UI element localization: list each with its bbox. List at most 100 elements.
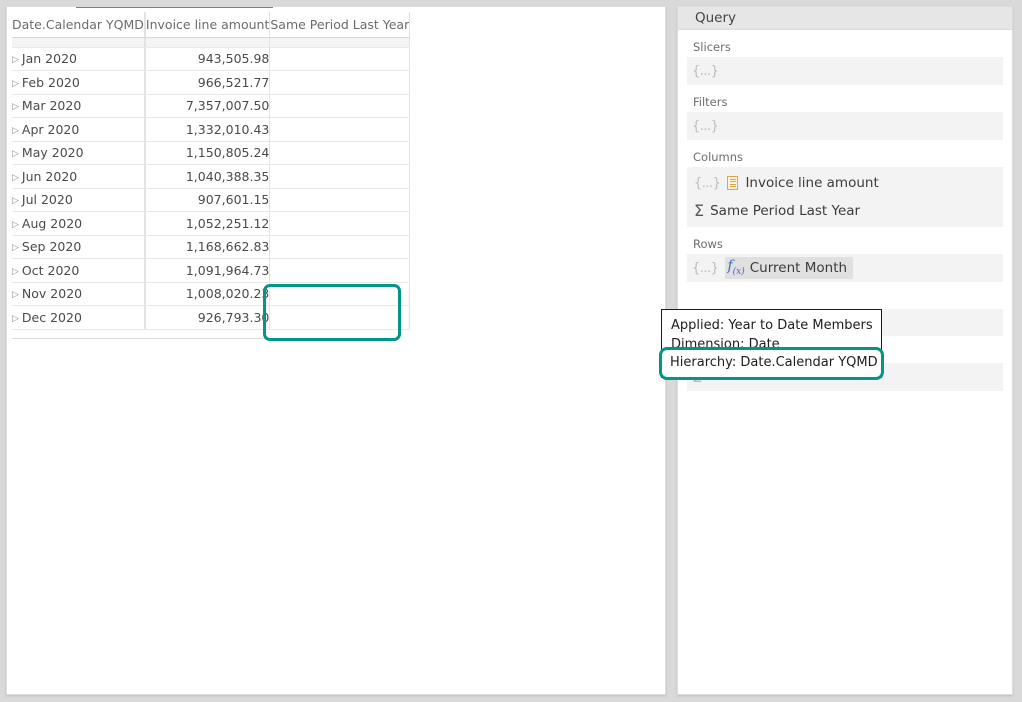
row-dimension-label: Oct 2020 — [22, 263, 79, 278]
slicers-label: Slicers — [687, 40, 1003, 54]
active-tab-indicator — [76, 6, 273, 8]
table-row[interactable]: ▷Apr 2020 1,332,010.43 — [12, 118, 410, 142]
row-same-period-last-year-cell[interactable] — [270, 235, 410, 259]
columns-item-invoice-line-amount[interactable]: {...} Invoice line amount — [687, 169, 1003, 197]
row-same-period-last-year-cell[interactable] — [270, 71, 410, 95]
tooltip-line-hierarchy: Hierarchy: Date.Calendar YQMD — [670, 353, 878, 372]
row-same-period-last-year-cell[interactable] — [270, 282, 410, 306]
row-same-period-last-year-cell[interactable] — [270, 212, 410, 236]
slicers-dropzone[interactable]: {...} — [687, 57, 1003, 85]
rows-item-label: Current Month — [750, 260, 847, 276]
expand-triangle-icon[interactable]: ▷ — [12, 314, 19, 324]
columns-dropzone[interactable]: {...} Invoice line amount Σ Same Period … — [687, 167, 1003, 227]
row-same-period-last-year-cell[interactable] — [270, 306, 410, 330]
table-row[interactable]: ▷Jul 2020 907,601.15 — [12, 188, 410, 212]
sheet-icon — [727, 176, 738, 190]
tooltip-line-applied: Applied: Year to Date Members — [671, 316, 872, 335]
spacer-cell-sply — [270, 37, 410, 47]
table-row[interactable]: ▷Sep 2020 1,168,662.83 — [12, 235, 410, 259]
row-dimension-label: Jan 2020 — [22, 51, 77, 66]
filters-empty-row[interactable]: {...} — [687, 112, 1003, 140]
table-row[interactable]: ▷Oct 2020 1,091,964.73 — [12, 259, 410, 283]
rows-item-inner[interactable]: f(x) Current Month — [725, 257, 853, 279]
row-dimension-cell[interactable]: ▷Dec 2020 — [12, 306, 144, 330]
expand-triangle-icon[interactable]: ▷ — [12, 220, 19, 230]
filters-dropzone[interactable]: {...} — [687, 112, 1003, 140]
row-dimension-label: Apr 2020 — [22, 122, 79, 137]
row-dimension-cell[interactable]: ▷Jul 2020 — [12, 188, 144, 212]
row-same-period-last-year-cell[interactable] — [270, 141, 410, 165]
row-dimension-cell[interactable]: ▷Apr 2020 — [12, 118, 144, 142]
expand-triangle-icon[interactable]: ▷ — [12, 173, 19, 183]
slicers-empty-row[interactable]: {...} — [687, 57, 1003, 85]
expand-triangle-icon[interactable]: ▷ — [12, 196, 19, 206]
columns-item-inner[interactable]: {...} Invoice line amount — [692, 173, 885, 193]
row-same-period-last-year-cell[interactable] — [270, 94, 410, 118]
pivot-table: Date.Calendar YQMD Invoice line amount S… — [12, 12, 410, 330]
filters-label: Filters — [687, 95, 1003, 109]
row-invoice-line-amount-cell[interactable]: 1,091,964.73 — [145, 259, 269, 283]
table-row[interactable]: ▷Aug 2020 1,052,251.12 — [12, 212, 410, 236]
row-dimension-cell[interactable]: ▷Jun 2020 — [12, 165, 144, 189]
header-spacer-row — [12, 37, 410, 47]
table-row[interactable]: ▷Jan 2020 943,505.98 — [12, 47, 410, 71]
braces-icon[interactable]: {...} — [694, 176, 720, 191]
row-dimension-label: Jul 2020 — [22, 192, 73, 207]
table-row[interactable]: ▷Jun 2020 1,040,388.35 — [12, 165, 410, 189]
row-dimension-cell[interactable]: ▷Feb 2020 — [12, 71, 144, 95]
row-same-period-last-year-cell[interactable] — [270, 118, 410, 142]
expand-triangle-icon[interactable]: ▷ — [12, 55, 19, 65]
column-header-dimension[interactable]: Date.Calendar YQMD — [12, 12, 144, 37]
row-same-period-last-year-cell[interactable] — [270, 259, 410, 283]
table-row[interactable]: ▷Nov 2020 1,008,020.23 — [12, 282, 410, 306]
table-row[interactable]: ▷Dec 2020 926,793.30 — [12, 306, 410, 330]
row-dimension-label: Dec 2020 — [22, 310, 82, 325]
row-dimension-cell[interactable]: ▷Oct 2020 — [12, 259, 144, 283]
row-same-period-last-year-cell[interactable] — [270, 188, 410, 212]
rows-dropzone[interactable]: {...} f(x) Current Month — [687, 254, 1003, 282]
row-invoice-line-amount-cell[interactable]: 943,505.98 — [145, 47, 269, 71]
row-dimension-cell[interactable]: ▷May 2020 — [12, 141, 144, 165]
section-filters: Filters {...} — [687, 95, 1003, 140]
spacer-cell-dimension — [12, 37, 144, 47]
row-invoice-line-amount-cell[interactable]: 1,332,010.43 — [145, 118, 269, 142]
rows-item-current-month[interactable]: {...} f(x) Current Month — [687, 254, 1003, 282]
row-dimension-cell[interactable]: ▷Aug 2020 — [12, 212, 144, 236]
table-row[interactable]: ▷Mar 2020 7,357,007.50 — [12, 94, 410, 118]
row-invoice-line-amount-cell[interactable]: 1,052,251.12 — [145, 212, 269, 236]
row-invoice-line-amount-cell[interactable]: 926,793.30 — [145, 306, 269, 330]
measures-label — [687, 292, 1003, 306]
row-dimension-cell[interactable]: ▷Sep 2020 — [12, 235, 144, 259]
row-invoice-line-amount-cell[interactable]: 1,150,805.24 — [145, 141, 269, 165]
row-invoice-line-amount-cell[interactable]: 7,357,007.50 — [145, 94, 269, 118]
column-header-invoice-line-amount[interactable]: Invoice line amount — [145, 12, 269, 37]
row-dimension-cell[interactable]: ▷Mar 2020 — [12, 94, 144, 118]
column-header-same-period-last-year[interactable]: Same Period Last Year — [270, 12, 410, 37]
tooltip-line-dimension: Dimension: Date — [671, 335, 872, 354]
row-invoice-line-amount-cell[interactable]: 907,601.15 — [145, 188, 269, 212]
expand-triangle-icon[interactable]: ▷ — [12, 126, 19, 136]
row-same-period-last-year-cell[interactable] — [270, 47, 410, 71]
table-row[interactable]: ▷Feb 2020 966,521.77 — [12, 71, 410, 95]
expand-triangle-icon[interactable]: ▷ — [12, 149, 19, 159]
columns-item-label: Same Period Last Year — [710, 203, 860, 219]
expand-triangle-icon[interactable]: ▷ — [12, 79, 19, 89]
columns-item-inner[interactable]: Σ Same Period Last Year — [692, 201, 866, 221]
expand-triangle-icon[interactable]: ▷ — [12, 267, 19, 277]
row-dimension-label: Sep 2020 — [22, 239, 81, 254]
row-dimension-cell[interactable]: ▷Jan 2020 — [12, 47, 144, 71]
row-invoice-line-amount-cell[interactable]: 1,168,662.83 — [145, 235, 269, 259]
row-dimension-cell[interactable]: ▷Nov 2020 — [12, 282, 144, 306]
braces-icon[interactable]: {...} — [692, 261, 718, 276]
row-invoice-line-amount-cell[interactable]: 1,008,020.23 — [145, 282, 269, 306]
row-invoice-line-amount-cell[interactable]: 966,521.77 — [145, 71, 269, 95]
braces-icon: {...} — [692, 119, 718, 134]
table-row[interactable]: ▷May 2020 1,150,805.24 — [12, 141, 410, 165]
columns-item-same-period-last-year[interactable]: Σ Same Period Last Year — [687, 197, 1003, 225]
expand-triangle-icon[interactable]: ▷ — [12, 102, 19, 112]
expand-triangle-icon[interactable]: ▷ — [12, 290, 19, 300]
row-same-period-last-year-cell[interactable] — [270, 165, 410, 189]
row-invoice-line-amount-cell[interactable]: 1,040,388.35 — [145, 165, 269, 189]
expand-triangle-icon[interactable]: ▷ — [12, 243, 19, 253]
section-columns: Columns {...} Invoice line amount Σ Same… — [687, 150, 1003, 227]
